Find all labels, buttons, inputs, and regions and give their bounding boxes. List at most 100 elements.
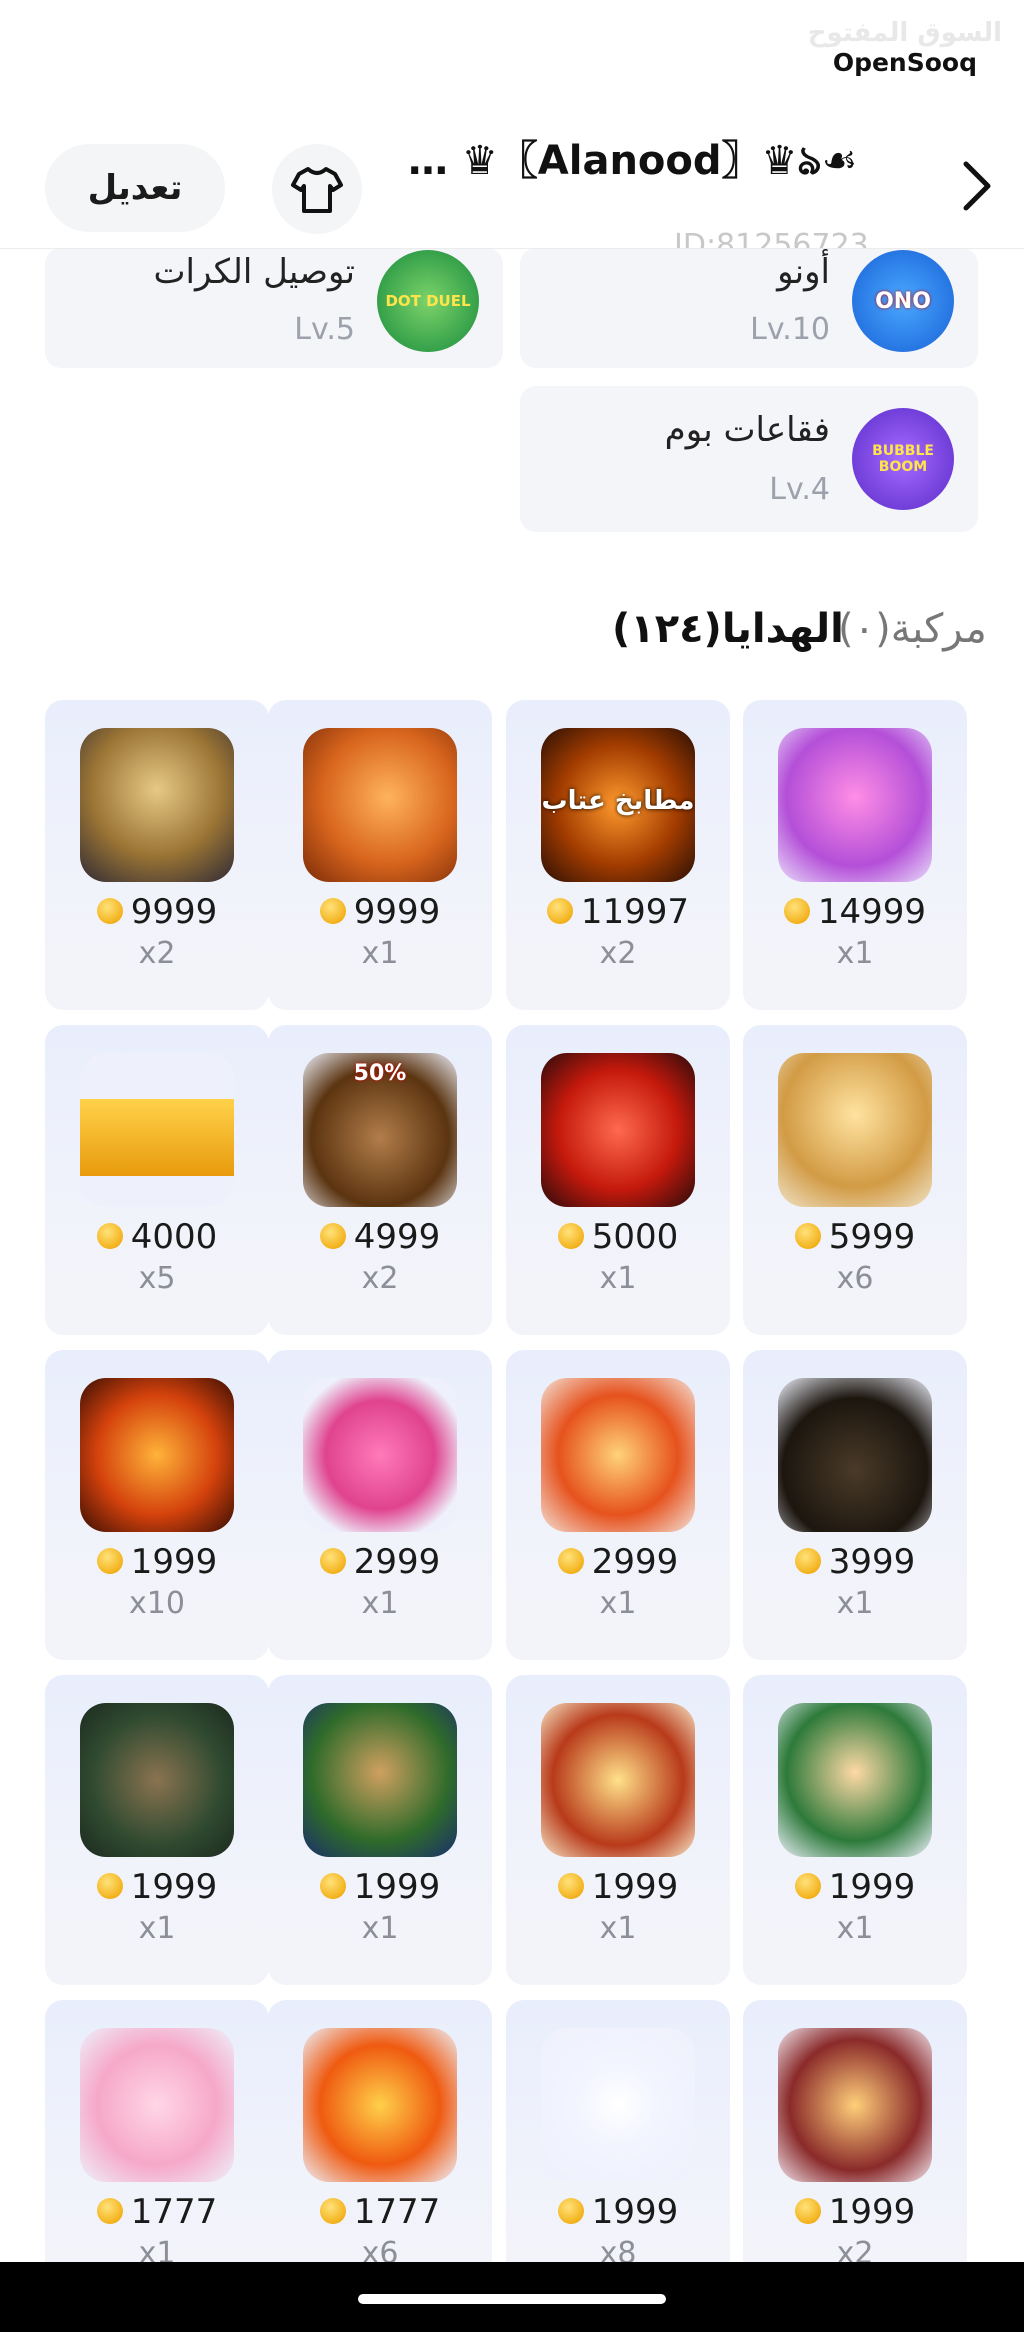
gift-price-value: 1777: [130, 2192, 218, 2232]
coin-icon: [319, 1872, 346, 1899]
gift-price: 1999: [45, 1867, 269, 1907]
love-gift-icon: [80, 2028, 234, 2182]
gift-price-value: 1999: [130, 1542, 218, 1582]
gift-price: 2999: [268, 1542, 492, 1582]
gift-card[interactable]: 9999 x1: [268, 700, 492, 1010]
gift-price: 4000: [45, 1217, 269, 1257]
gift-count: x2: [138, 936, 176, 971]
coin-icon: [96, 897, 123, 924]
gift-price: 9999: [268, 892, 492, 932]
gift-card[interactable]: 14999 x1: [743, 700, 967, 1010]
gift-price-value: 9999: [130, 892, 218, 932]
gift-price-value: 4999: [353, 1217, 441, 1257]
pink-rocket-gift-icon: [303, 1378, 457, 1532]
gift-card[interactable]: 3999 x1: [743, 1350, 967, 1660]
gift-count: x6: [836, 1261, 874, 1296]
archer-gift-icon: [778, 1703, 932, 1857]
game-level: Lv.10: [750, 312, 830, 347]
dancer-gift-icon: [778, 2028, 932, 2182]
gift-price: 1999: [268, 1867, 492, 1907]
outfit-button[interactable]: [272, 144, 362, 234]
gift-count: x1: [836, 936, 874, 971]
jungle-lion-gift-icon: [80, 1703, 234, 1857]
gift-count: x2: [599, 936, 637, 971]
lion-rider-gift-icon: [778, 1053, 932, 1207]
gift-count: x1: [836, 1911, 874, 1946]
gift-price-value: 1999: [353, 1867, 441, 1907]
gift-price-value: 1999: [591, 2192, 679, 2232]
edit-button[interactable]: تعديل: [45, 144, 225, 232]
lion-bow-gift-icon: 50%: [303, 1053, 457, 1207]
bubble-boom-game-icon: BUBBLE BOOM: [852, 408, 954, 510]
restaurant-badge-gift-icon: مطابخ عتاب: [541, 728, 695, 882]
coin-icon: [96, 2197, 123, 2224]
gift-price: 1777: [45, 2192, 269, 2232]
gift-count: x5: [138, 1261, 176, 1296]
coin-icon: [794, 1872, 821, 1899]
gift-card[interactable]: 2999 x1: [506, 1350, 730, 1660]
gift-card[interactable]: مطابخ عتاب 11997 x2: [506, 700, 730, 1010]
coin-icon: [96, 1872, 123, 1899]
gift-count: x1: [836, 1586, 874, 1621]
victory-frame-gift-icon: [541, 1703, 695, 1857]
lion-warrior-gift-icon: [778, 1378, 932, 1532]
gift-count: x1: [361, 1586, 399, 1621]
gift-count: x1: [361, 1911, 399, 1946]
gift-card[interactable]: 5999 x6: [743, 1025, 967, 1335]
home-indicator[interactable]: [358, 2294, 666, 2304]
gift-count: x10: [129, 1586, 185, 1621]
game-level: Lv.5: [294, 312, 355, 347]
gift-card[interactable]: 50% 4999 x2: [268, 1025, 492, 1335]
system-navigation-bar: [0, 2262, 1024, 2332]
game-card-dot-duel[interactable]: DOT DUEL توصيل الكرات Lv.5: [45, 248, 503, 368]
treasure-chest-gift-icon: [541, 1378, 695, 1532]
gift-price-value: 14999: [817, 892, 927, 932]
gift-card[interactable]: 1999 x1: [743, 1675, 967, 1985]
gift-price: 1999: [506, 1867, 730, 1907]
game-level: Lv.4: [769, 472, 830, 507]
gift-card[interactable]: 5000 x1: [506, 1025, 730, 1335]
gift-price-value: 1777: [353, 2192, 441, 2232]
gift-price: 4999: [268, 1217, 492, 1257]
back-button[interactable]: [946, 150, 1006, 222]
game-card-bubble-boom[interactable]: BUBBLE BOOM فقاعات بوم Lv.4: [520, 386, 978, 532]
tab-cars[interactable]: مركبة(٠): [838, 606, 987, 652]
gift-price-value: 1999: [828, 2192, 916, 2232]
gift-price: 11997: [506, 892, 730, 932]
gift-price-value: 2999: [353, 1542, 441, 1582]
coin-icon: [794, 1222, 821, 1249]
gift-price-value: 9999: [353, 892, 441, 932]
opensooq-watermark: السوق المفتوح OpenSooq: [808, 18, 1002, 78]
coin-icon: [96, 1222, 123, 1249]
gift-count: x1: [361, 936, 399, 971]
coin-icon: [557, 1547, 584, 1574]
game-card-uno[interactable]: ONO أونو Lv.10: [520, 248, 978, 368]
gift-price: 3999: [743, 1542, 967, 1582]
gift-price: 5000: [506, 1217, 730, 1257]
gift-price-value: 2999: [591, 1542, 679, 1582]
coin-icon: [319, 2197, 346, 2224]
gift-price: 1999: [506, 2192, 730, 2232]
coin-icon: [96, 1547, 123, 1574]
gift-card[interactable]: 1999 x10: [45, 1350, 269, 1660]
gift-card[interactable]: 9999 x2: [45, 700, 269, 1010]
gift-price-value: 4000: [130, 1217, 218, 1257]
gift-price-value: 3999: [828, 1542, 916, 1582]
game-title: أونو: [777, 252, 830, 292]
gift-price: 1999: [743, 1867, 967, 1907]
coin-icon: [557, 2197, 584, 2224]
uno-game-icon: ONO: [852, 250, 954, 352]
gift-card[interactable]: 4000 x5: [45, 1025, 269, 1335]
gift-card[interactable]: 2999 x1: [268, 1350, 492, 1660]
gift-price: 1999: [743, 2192, 967, 2232]
gift-price: 9999: [45, 892, 269, 932]
gift-card[interactable]: 1999 x1: [45, 1675, 269, 1985]
tab-gifts[interactable]: الهدايا(١٢٤): [612, 606, 844, 652]
coin-icon: [557, 1222, 584, 1249]
profile-header: تعديل … ♛〖Alanood〗♛ঌ☙ ID:81256723: [0, 120, 1024, 249]
gift-card[interactable]: 1999 x1: [506, 1675, 730, 1985]
gift-price: 2999: [506, 1542, 730, 1582]
boxing-gloves-gift-icon: [541, 1053, 695, 1207]
gift-card[interactable]: 1999 x1: [268, 1675, 492, 1985]
gift-price-value: 1999: [828, 1867, 916, 1907]
